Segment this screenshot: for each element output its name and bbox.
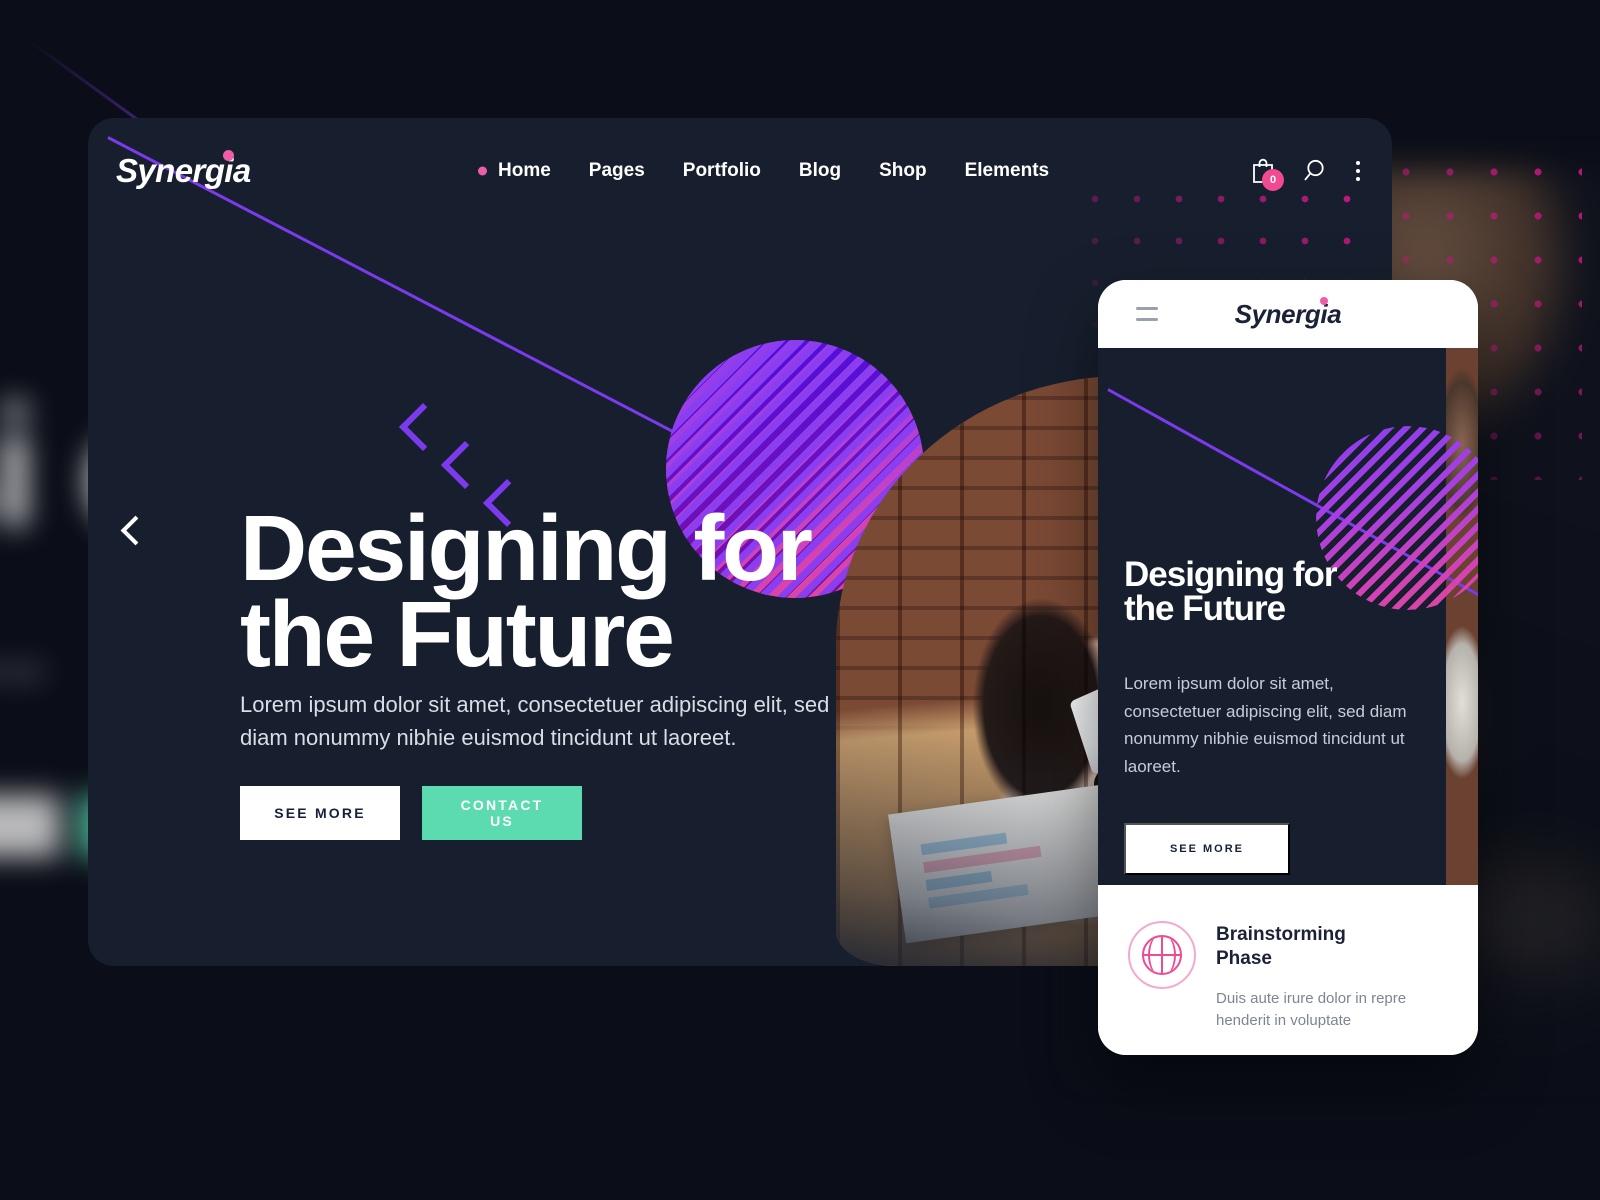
nav-item-pages-label: Pages	[588, 159, 645, 181]
nav-item-portfolio[interactable]: Portfolio	[683, 160, 761, 182]
mobile-feature-card: Brainstorming Phase Duis aute irure dolo…	[1098, 885, 1478, 1055]
hero-title-line-1: Designing for	[240, 496, 813, 600]
mobile-logo-dot-icon	[1320, 296, 1329, 305]
cart-button[interactable]: 0	[1251, 157, 1284, 191]
chevron-decoration-icon	[440, 440, 490, 490]
screenshot-stage: si e dolor s hie eui Synergia Home Pages	[0, 0, 1600, 1200]
mobile-feature-title: Brainstorming Phase	[1216, 924, 1346, 970]
mobile-hero: Designing for the Future Lorem ipsum dol…	[1098, 348, 1478, 885]
mobile-header: Synergia	[1098, 280, 1478, 348]
mobile-hero-paragraph: Lorem ipsum dolor sit amet, consectetuer…	[1124, 674, 1407, 776]
nav-item-portfolio-label: Portfolio	[682, 159, 761, 181]
header-actions: 0	[1251, 157, 1362, 191]
contact-us-button[interactable]: CONTACT US	[422, 786, 582, 840]
nav-item-elements-label: Elements	[964, 159, 1050, 181]
hero-paragraph: Lorem ipsum dolor sit amet, consectetuer…	[240, 692, 830, 751]
chevron-decoration-icon	[398, 402, 448, 452]
mobile-hero-photo-edge	[1446, 348, 1478, 885]
search-icon	[1304, 159, 1324, 181]
background-button-primary	[0, 795, 60, 857]
nav-item-shop[interactable]: Shop	[879, 160, 927, 182]
main-navigation: Home Pages Portfolio Blog Shop Elements	[478, 160, 1049, 182]
search-button[interactable]	[1302, 158, 1327, 183]
sphere-meridian	[1148, 937, 1176, 973]
slider-prev-button[interactable]	[114, 513, 156, 555]
mobile-hero-title-line-2: the Future	[1124, 588, 1286, 628]
brand-logo[interactable]: Synergia	[116, 149, 251, 190]
mobile-brand-logo[interactable]: Synergia	[1235, 296, 1342, 330]
mobile-feature-body: Brainstorming Phase Duis aute irure dolo…	[1216, 921, 1431, 1055]
hamburger-menu-button[interactable]	[1136, 307, 1158, 321]
brainstorm-sphere-icon	[1128, 921, 1196, 989]
mobile-hero-title-line-1: Designing for	[1124, 555, 1338, 594]
mobile-mockup: Synergia Designing for the Future Lorem …	[1098, 280, 1478, 1055]
chart-bar	[920, 832, 1008, 856]
hero-title-line-2: the Future	[240, 581, 675, 686]
nav-item-blog[interactable]: Blog	[799, 160, 841, 182]
mobile-striped-circle-decoration	[1316, 426, 1478, 610]
hero-title: Designing for the Future	[240, 496, 813, 686]
chart-bar	[928, 883, 1029, 909]
logo-dot-icon	[222, 149, 234, 161]
mobile-see-more-button[interactable]: SEE MORE	[1124, 823, 1290, 875]
mobile-feature-description: Duis aute irure dolor in repre henderit …	[1216, 989, 1407, 1030]
overflow-menu-button[interactable]	[1354, 159, 1362, 183]
nav-item-home[interactable]: Home	[478, 160, 551, 182]
kebab-dot-icon	[1356, 160, 1360, 165]
hero-button-group: SEE MORE CONTACT US	[240, 786, 582, 840]
nav-item-home-label: Home	[498, 159, 551, 181]
chevron-left-icon	[120, 515, 151, 546]
see-more-button[interactable]: SEE MORE	[240, 786, 400, 840]
hamburger-line-icon	[1136, 307, 1158, 310]
nav-item-pages[interactable]: Pages	[589, 160, 645, 182]
kebab-dot-icon	[1356, 176, 1360, 181]
chart-bar	[923, 845, 1042, 874]
chart-bar	[925, 870, 993, 891]
nav-item-shop-label: Shop	[879, 159, 927, 181]
kebab-dot-icon	[1356, 168, 1360, 173]
sphere-glyph	[1142, 935, 1182, 975]
nav-item-elements[interactable]: Elements	[965, 160, 1049, 182]
mobile-hero-title: Designing for the Future	[1124, 555, 1338, 628]
hamburger-line-icon	[1136, 318, 1158, 321]
mobile-striped-circle-fill	[1316, 426, 1478, 610]
nav-item-blog-label: Blog	[798, 159, 842, 181]
site-header: Synergia Home Pages Portfolio Blog Shop	[88, 118, 1392, 223]
cart-count-badge: 0	[1262, 169, 1284, 191]
